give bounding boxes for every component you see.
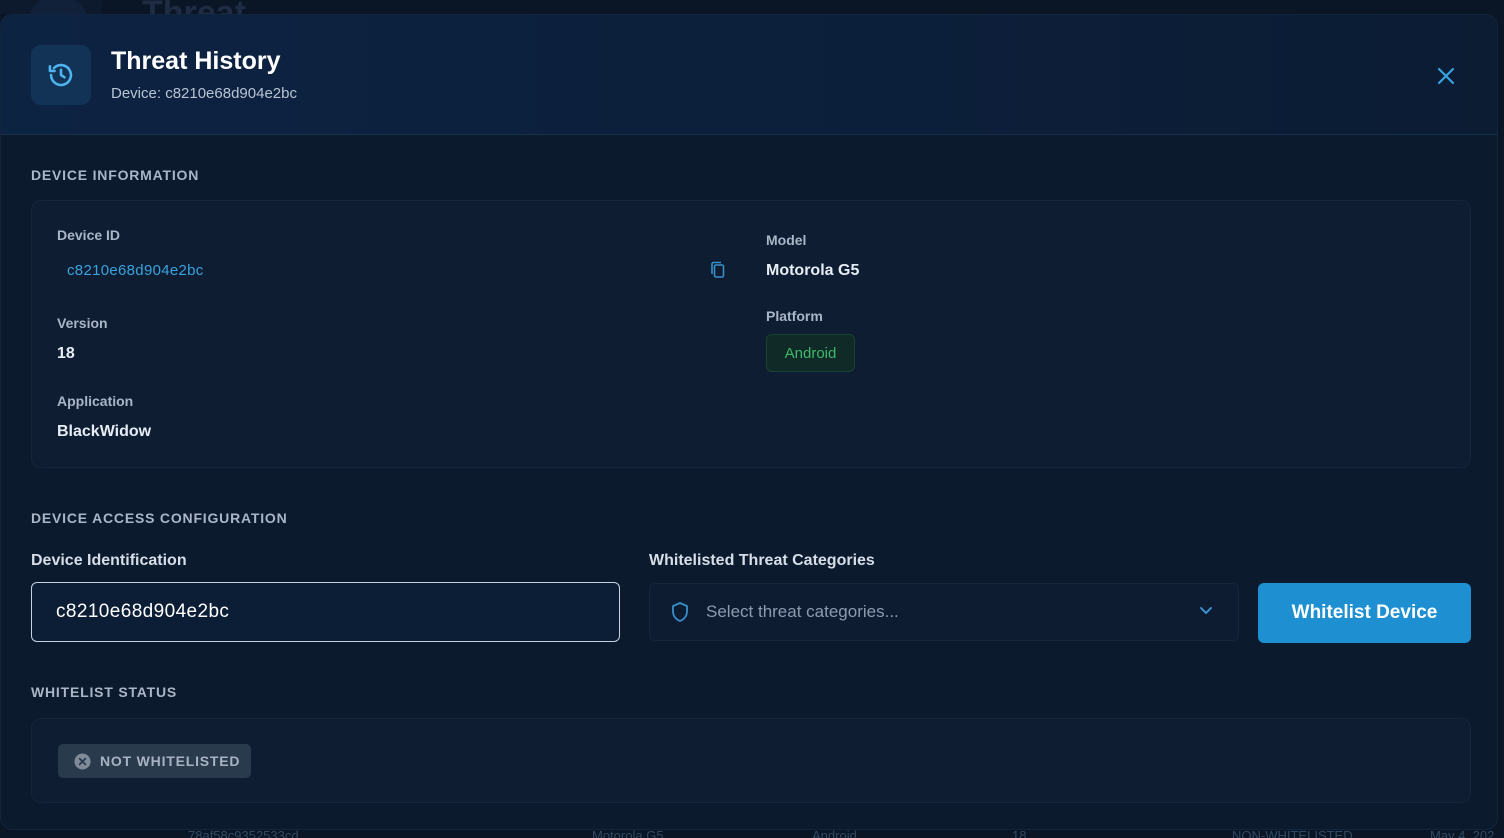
device-id-label: Device ID (57, 227, 121, 243)
status-text: NOT WHITELISTED (100, 753, 241, 769)
device-identification-input[interactable] (31, 582, 620, 642)
platform-label: Platform (766, 308, 823, 324)
platform-badge: Android (766, 334, 855, 372)
whitelist-status-card: NOT WHITELISTED (31, 718, 1471, 803)
history-icon (31, 45, 91, 105)
threat-categories-placeholder: Select threat categories... (706, 602, 899, 621)
application-value: BlackWidow (57, 423, 152, 440)
application-label: Application (57, 393, 134, 409)
subtitle-device-id: c8210e68d904e2bc (165, 85, 297, 102)
device-access-configuration-heading: DEVICE ACCESS CONFIGURATION (31, 510, 288, 526)
device-information-heading: DEVICE INFORMATION (31, 167, 200, 183)
version-value: 18 (57, 345, 75, 362)
device-information-card: Device ID c8210e68d904e2bc Model Motorol… (31, 200, 1471, 468)
shield-icon (672, 602, 688, 622)
modal-subtitle: Device: c8210e68d904e2bc (111, 85, 297, 102)
device-id-value[interactable]: c8210e68d904e2bc (67, 262, 204, 279)
whitelist-status-heading: WHITELIST STATUS (31, 684, 178, 700)
modal-title: Threat History (111, 47, 281, 75)
x-circle-icon (74, 752, 91, 770)
device-identification-label: Device Identification (31, 552, 187, 569)
model-value: Motorola G5 (766, 262, 860, 279)
copy-icon[interactable] (710, 261, 726, 284)
threat-categories-label: Whitelisted Threat Categories (649, 552, 875, 569)
model-label: Model (766, 232, 807, 248)
close-button[interactable] (1433, 63, 1459, 89)
status-badge: NOT WHITELISTED (58, 744, 251, 778)
version-label: Version (57, 315, 108, 331)
modal-header: Threat History Device: c8210e68d904e2bc (1, 15, 1497, 135)
close-icon (1437, 67, 1455, 85)
chevron-down-icon (1200, 607, 1212, 614)
threat-history-modal: Threat History Device: c8210e68d904e2bc … (0, 14, 1498, 830)
subtitle-prefix: Device: (111, 85, 166, 102)
threat-categories-select[interactable]: Select threat categories... (649, 583, 1239, 641)
whitelist-device-button[interactable]: Whitelist Device (1258, 583, 1471, 643)
